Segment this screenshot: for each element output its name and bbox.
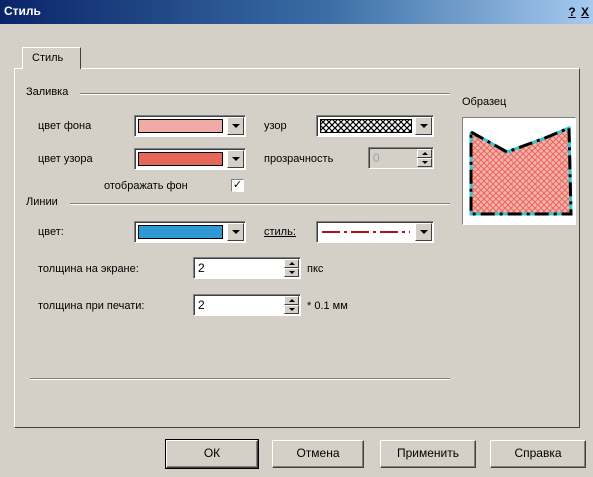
- pattern-color-label: цвет узора: [38, 153, 93, 165]
- tab-style-label: Стиль: [32, 52, 64, 64]
- screen-width-value[interactable]: 2: [198, 261, 205, 275]
- spin-up-icon[interactable]: [284, 259, 299, 268]
- lines-group-divider: [70, 203, 450, 205]
- style-dialog: Стиль ? X Стиль Заливка цвет фона цвет у…: [0, 0, 593, 477]
- chevron-down-icon[interactable]: [227, 223, 244, 241]
- line-style-combo[interactable]: [316, 221, 434, 243]
- line-color-label: цвет:: [38, 226, 64, 238]
- preview-label: Образец: [462, 96, 507, 108]
- show-bg-checkbox[interactable]: ✓: [231, 179, 244, 192]
- pattern-label: узор: [264, 120, 287, 132]
- apply-button[interactable]: Применить: [380, 440, 476, 468]
- preview-box: [462, 117, 576, 225]
- spin-down-icon[interactable]: [284, 305, 299, 314]
- tab-style[interactable]: Стиль: [22, 47, 81, 69]
- transparency-value: 0: [373, 151, 380, 165]
- dash-dot-line-icon: [322, 231, 410, 233]
- title-bar[interactable]: Стиль ? X: [0, 0, 593, 24]
- preview-polygon-icon: [469, 125, 573, 216]
- close-icon[interactable]: X: [578, 5, 592, 19]
- bottom-divider: [30, 378, 450, 380]
- print-width-spinner[interactable]: 2: [193, 294, 301, 316]
- spin-down-icon: [417, 158, 432, 167]
- lines-group-label: Линии: [26, 196, 58, 208]
- transparency-spinner: 0: [368, 147, 434, 169]
- show-bg-label: отображать фон: [104, 180, 188, 192]
- chevron-down-icon[interactable]: [415, 223, 432, 241]
- spin-up-icon: [417, 149, 432, 158]
- ok-button[interactable]: ОК: [165, 439, 259, 469]
- help-icon[interactable]: ?: [565, 5, 579, 19]
- line-color-combo[interactable]: [134, 221, 246, 243]
- fill-group-label: Заливка: [26, 86, 69, 98]
- line-color-swatch: [138, 225, 223, 239]
- fill-group-divider: [80, 93, 450, 95]
- spin-up-icon[interactable]: [284, 296, 299, 305]
- screen-width-spinner[interactable]: 2: [193, 257, 301, 279]
- screen-width-unit: пкс: [307, 263, 324, 275]
- chevron-down-icon[interactable]: [415, 117, 432, 135]
- cancel-button[interactable]: Отмена: [272, 440, 364, 468]
- pattern-color-combo[interactable]: [134, 148, 246, 170]
- pattern-combo[interactable]: [316, 115, 434, 137]
- chevron-down-icon[interactable]: [227, 150, 244, 168]
- transparency-label: прозрачность: [264, 153, 334, 165]
- print-width-unit: * 0.1 мм: [307, 300, 348, 312]
- pattern-color-swatch: [138, 152, 223, 166]
- window-title: Стиль: [4, 4, 41, 18]
- help-button[interactable]: Справка: [490, 440, 586, 468]
- bg-color-swatch: [138, 119, 223, 133]
- screen-width-label: толщина на экране:: [38, 263, 139, 275]
- bg-color-combo[interactable]: [134, 115, 246, 137]
- print-width-label: толщина при печати:: [38, 300, 145, 312]
- spin-down-icon[interactable]: [284, 268, 299, 277]
- print-width-value[interactable]: 2: [198, 298, 205, 312]
- line-style-label: стиль:: [264, 226, 296, 238]
- crosshatch-pattern-icon: [320, 119, 412, 133]
- chevron-down-icon[interactable]: [227, 117, 244, 135]
- bg-color-label: цвет фона: [38, 120, 92, 132]
